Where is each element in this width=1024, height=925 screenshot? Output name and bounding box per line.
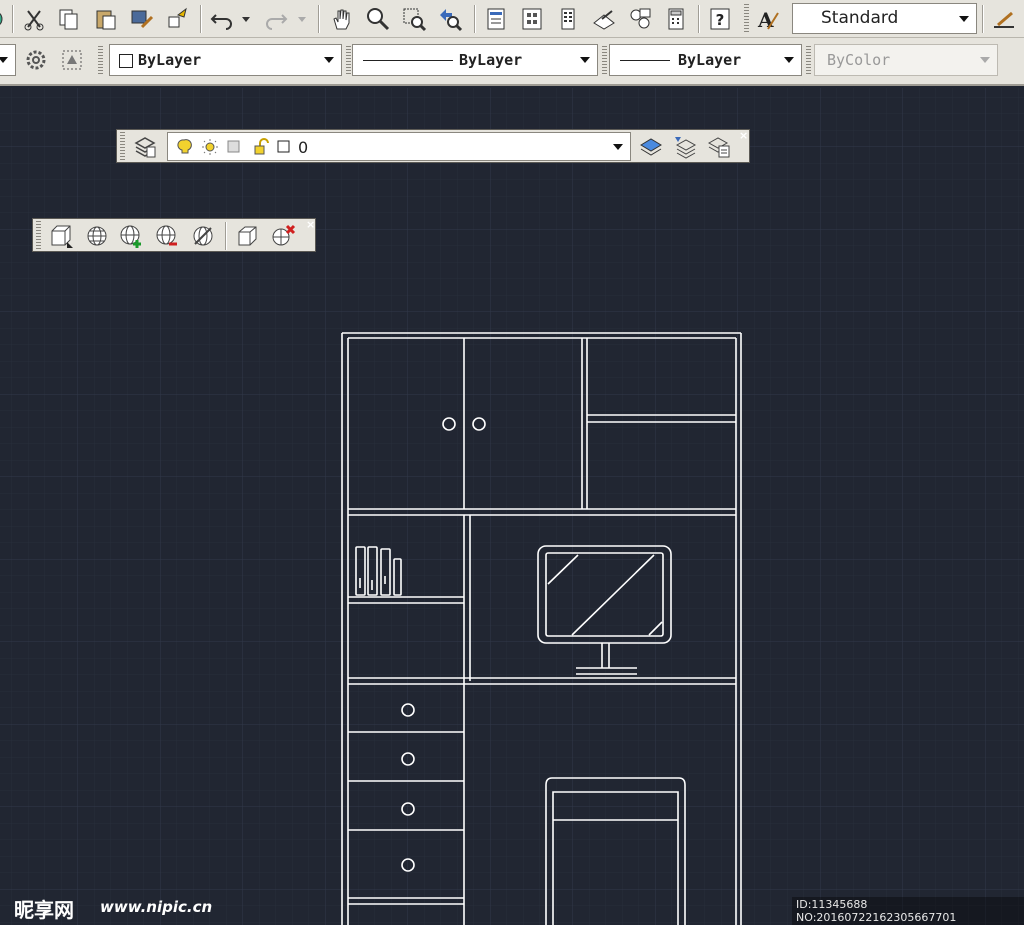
dimension-style-icon[interactable] [990, 5, 1018, 33]
toolbar-separator [698, 5, 699, 33]
chevron-down-icon [613, 143, 623, 150]
toolbar-separator [12, 5, 13, 33]
chevron-down-icon [959, 15, 969, 22]
help-icon[interactable]: ? [706, 5, 734, 33]
layer-color-swatch [277, 140, 290, 153]
text-style-dropdown[interactable]: Standard [792, 3, 977, 34]
layer-previous-icon[interactable] [671, 133, 699, 161]
toolbar-separator [982, 5, 983, 33]
toolbar-grip[interactable] [98, 46, 103, 76]
toolbar-grip[interactable] [346, 46, 351, 76]
current-layer-name: 0 [298, 138, 309, 157]
copy-icon[interactable] [54, 5, 82, 33]
text-style-icon[interactable]: A [754, 5, 782, 33]
plot-style-dropdown: ByColor [814, 44, 998, 76]
undo-icon[interactable] [208, 5, 236, 33]
standard-toolbar: ? A Standard [0, 0, 1024, 38]
plot-style-value: ByColor [827, 51, 891, 69]
toolbar-separator [200, 5, 201, 33]
drawing-canvas[interactable]: 0 × × 昵享网 www.nipic.cn ID:11345688 NO:20… [0, 88, 1024, 925]
redo-icon[interactable] [262, 5, 290, 33]
layers-toolbar: 0 × [116, 129, 750, 163]
box-view-icon[interactable] [47, 222, 75, 250]
toolbar-separator [318, 5, 319, 33]
linetype-preview [363, 60, 453, 61]
color-swatch [119, 54, 133, 68]
toolbar-grip[interactable] [120, 132, 125, 160]
cut-icon[interactable] [20, 5, 48, 33]
block-editor-icon[interactable] [164, 5, 192, 33]
viewport-freeze-icon [227, 140, 240, 153]
chevron-down-icon [980, 57, 990, 63]
text-style-value: Standard [821, 8, 899, 28]
toolbar-grip[interactable] [36, 221, 41, 249]
watermark-site: www.nipic.cn [100, 898, 213, 916]
toolbar-separator [474, 5, 475, 33]
color-dropdown[interactable]: ByLayer [109, 44, 342, 76]
match-properties-icon[interactable] [128, 5, 156, 33]
make-object-layer-current-icon[interactable] [637, 133, 665, 161]
color-value: ByLayer [138, 51, 202, 69]
toolbar-grip[interactable] [602, 46, 607, 76]
layer-previous-icon[interactable] [58, 46, 86, 74]
sun-icon [205, 142, 215, 152]
toolbar-grip[interactable] [806, 46, 811, 76]
ucs-toolbar: × [32, 218, 316, 252]
lineweight-dropdown[interactable]: ByLayer [609, 44, 802, 76]
toolbar-separator [225, 222, 226, 250]
redo-dropdown-icon[interactable] [294, 5, 310, 33]
undo-dropdown-icon[interactable] [238, 5, 254, 33]
layer-states-manager-icon[interactable] [705, 133, 733, 161]
layer-state-dropdown[interactable] [0, 44, 16, 76]
gear-icon[interactable] [22, 46, 50, 74]
layer-dropdown[interactable]: 0 [167, 132, 631, 161]
pin-icon[interactable] [0, 5, 8, 33]
chevron-down-icon [324, 57, 334, 63]
svg-text:?: ? [716, 11, 725, 29]
cube-icon[interactable] [233, 222, 261, 250]
watermark-brand: 昵享网 [14, 898, 74, 922]
watermark-id: ID:11345688 NO:20160722162305667701 [792, 897, 1024, 925]
lineweight-value: ByLayer [678, 51, 742, 69]
chevron-down-icon [580, 57, 590, 63]
paste-icon[interactable] [92, 5, 120, 33]
close-icon[interactable]: × [306, 218, 315, 231]
linetype-dropdown[interactable]: ByLayer [352, 44, 598, 76]
light-bulb-icon [177, 139, 192, 154]
layer-state-icons [177, 138, 290, 155]
lineweight-preview [620, 60, 670, 61]
toolbar-grip[interactable] [744, 4, 749, 34]
remove-globe-icon[interactable] [153, 222, 181, 250]
zoom-realtime-icon[interactable] [364, 5, 392, 33]
globe-icon[interactable] [83, 222, 111, 250]
zoom-window-icon[interactable] [400, 5, 428, 33]
quickcalc-icon[interactable] [662, 5, 690, 33]
chevron-down-icon [0, 57, 8, 63]
no-globe-icon[interactable] [189, 222, 217, 250]
linetype-value: ByLayer [459, 51, 523, 69]
chevron-down-icon [784, 57, 794, 63]
properties-icon[interactable] [482, 5, 510, 33]
pan-icon[interactable] [328, 5, 356, 33]
delete-view-icon[interactable] [269, 222, 297, 250]
svg-text:A: A [757, 8, 774, 32]
drawing-area[interactable] [0, 88, 1024, 925]
tool-palettes-icon[interactable] [554, 5, 582, 33]
zoom-previous-icon[interactable] [436, 5, 464, 33]
close-icon[interactable]: × [739, 129, 748, 142]
design-center-icon[interactable] [518, 5, 546, 33]
markup-set-icon[interactable] [590, 5, 618, 33]
add-globe-icon[interactable] [117, 222, 145, 250]
sheet-set-icon[interactable] [626, 5, 654, 33]
layer-properties-manager-icon[interactable] [131, 133, 159, 161]
padlock-open-icon [254, 145, 265, 155]
properties-toolbar: ByLayer ByLayer ByLayer ByColor [0, 38, 1024, 86]
unlock-shackle [259, 138, 269, 146]
drawing-grid [0, 88, 1024, 925]
